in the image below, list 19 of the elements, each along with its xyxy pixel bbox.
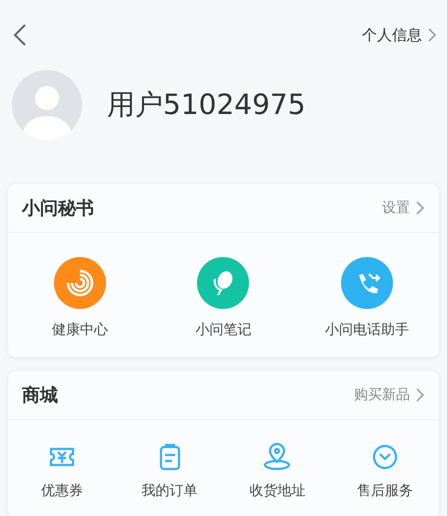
microphone-icon[interactable] (197, 257, 250, 309)
location-pin-icon[interactable] (262, 442, 292, 472)
feature-label[interactable]: 健康中心 (52, 321, 108, 339)
feature-label[interactable]: 小问笔记 (195, 321, 252, 339)
section-title: 商城 (22, 384, 58, 407)
feature-label[interactable]: 售后服务 (357, 482, 414, 500)
back-icon[interactable] (13, 23, 27, 47)
feature-label[interactable]: 我的订单 (142, 482, 198, 500)
chevron-right-icon[interactable] (416, 201, 425, 215)
chevron-right-icon[interactable] (428, 28, 437, 42)
section-title: 小问秘书 (22, 197, 94, 220)
feature-label[interactable]: 收货地址 (249, 482, 306, 500)
username: 用户51024975 (107, 87, 306, 123)
feature-label[interactable]: 小问电话助手 (325, 321, 410, 339)
phone-icon[interactable] (341, 257, 394, 309)
chevron-right-icon[interactable] (416, 388, 425, 402)
spiral-icon[interactable] (54, 257, 106, 309)
feature-label[interactable]: 优惠券 (40, 482, 83, 500)
profile-link[interactable]: 个人信息 (362, 26, 422, 44)
